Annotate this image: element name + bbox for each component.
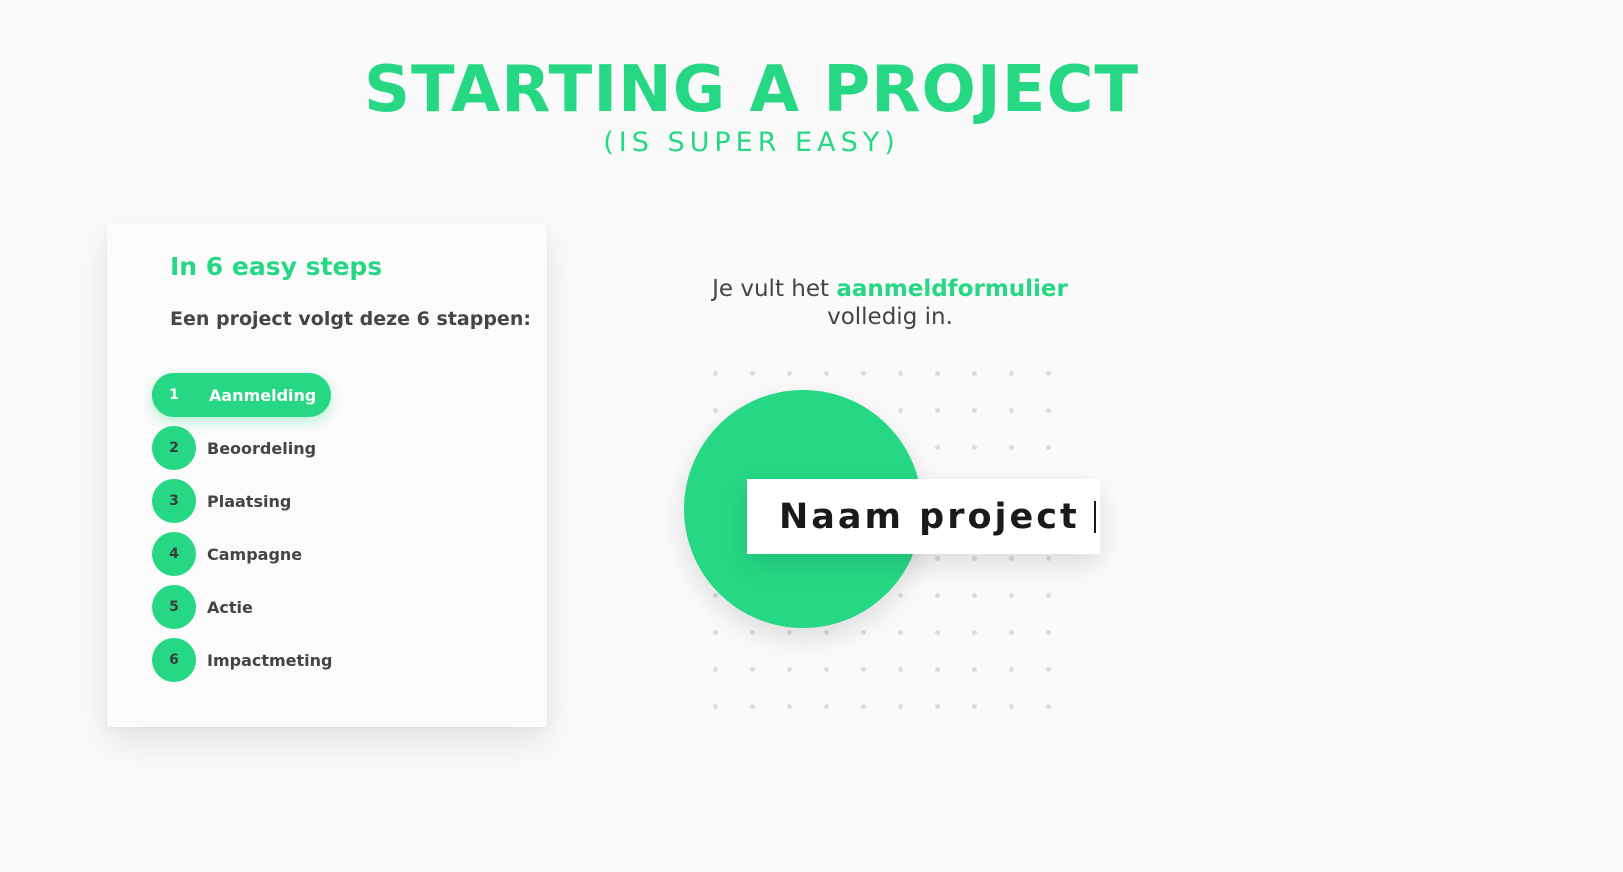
grid-dot: [824, 371, 829, 376]
grid-dot: [787, 371, 792, 376]
grid-dot: [1046, 408, 1051, 413]
grid-dot: [935, 371, 940, 376]
step-label: Plaatsing: [207, 491, 292, 511]
grid-dot: [861, 667, 866, 672]
grid-dot: [1046, 371, 1051, 376]
steps-card-heading: In 6 easy steps: [170, 252, 383, 281]
grid-dot: [861, 704, 866, 709]
grid-dot: [972, 667, 977, 672]
grid-dot: [935, 556, 940, 561]
grid-dot: [1009, 556, 1014, 561]
grid-dot: [972, 556, 977, 561]
grid-dot: [972, 445, 977, 450]
step-item-beoordeling[interactable]: 2 Beoordeling: [152, 426, 316, 470]
grid-dot: [861, 630, 866, 635]
grid-dot: [935, 593, 940, 598]
grid-dot: [824, 667, 829, 672]
steps-card: In 6 easy steps Een project volgt deze 6…: [107, 223, 547, 727]
step-number-badge: 2: [152, 426, 196, 470]
grid-dot: [750, 630, 755, 635]
grid-dot: [750, 667, 755, 672]
grid-dot: [898, 704, 903, 709]
grid-dot: [935, 445, 940, 450]
grid-dot: [898, 667, 903, 672]
grid-dot: [1009, 408, 1014, 413]
grid-dot: [972, 630, 977, 635]
grid-dot: [1009, 630, 1014, 635]
grid-dot: [713, 408, 718, 413]
grid-dot: [1046, 704, 1051, 709]
grid-dot: [750, 371, 755, 376]
step-item-plaatsing[interactable]: 3 Plaatsing: [152, 479, 291, 523]
grid-dot: [1046, 630, 1051, 635]
grid-dot: [824, 704, 829, 709]
step-item-actie[interactable]: 5 Actie: [152, 585, 253, 629]
grid-dot: [935, 630, 940, 635]
grid-dot: [972, 593, 977, 598]
grid-dot: [1009, 445, 1014, 450]
grid-dot: [1046, 556, 1051, 561]
grid-dot: [1046, 667, 1051, 672]
grid-dot: [861, 371, 866, 376]
step-label: Actie: [207, 597, 253, 617]
page-subtitle: (IS SUPER EASY): [603, 127, 900, 158]
registration-form-link[interactable]: aanmeldformulier: [836, 276, 1068, 302]
grid-dot: [1009, 593, 1014, 598]
steps-card-intro: Een project volgt deze 6 stappen:: [170, 308, 531, 330]
grid-dot: [898, 630, 903, 635]
step-number-badge: 1: [152, 373, 196, 417]
step-number-badge: 4: [152, 532, 196, 576]
step-number-badge: 3: [152, 479, 196, 523]
grid-dot: [1046, 593, 1051, 598]
step-label: Aanmelding: [209, 385, 317, 405]
grid-dot: [824, 630, 829, 635]
grid-dot: [713, 593, 718, 598]
grid-dot: [750, 704, 755, 709]
grid-dot: [972, 704, 977, 709]
step-label: Beoordeling: [207, 438, 317, 458]
grid-dot: [935, 704, 940, 709]
step-description-prefix: Je vult het: [712, 276, 837, 302]
step-number-badge: 5: [152, 585, 196, 629]
grid-dot: [787, 667, 792, 672]
grid-dot: [898, 408, 903, 413]
step-item-campagne[interactable]: 4 Campagne: [152, 532, 302, 576]
grid-dot: [713, 667, 718, 672]
step-label: Campagne: [207, 544, 303, 564]
grid-dot: [898, 371, 903, 376]
page: STARTING A PROJECT (IS SUPER EASY) In 6 …: [0, 0, 1623, 872]
grid-dot: [787, 630, 792, 635]
grid-dot: [972, 408, 977, 413]
grid-dot: [1009, 704, 1014, 709]
grid-dot: [713, 371, 718, 376]
step-description-line-2: volledig in.: [827, 304, 953, 330]
grid-dot: [713, 704, 718, 709]
grid-dot: [713, 630, 718, 635]
project-name-field[interactable]: Naam project: [747, 479, 1100, 554]
grid-dot: [787, 704, 792, 709]
text-cursor-icon: [1093, 500, 1096, 533]
grid-dot: [898, 593, 903, 598]
grid-dot: [935, 667, 940, 672]
grid-dot: [1009, 371, 1014, 376]
grid-dot: [972, 371, 977, 376]
step-number-badge: 6: [152, 638, 196, 682]
grid-dot: [1009, 667, 1014, 672]
grid-dot: [935, 408, 940, 413]
step-item-impactmeting[interactable]: 6 Impactmeting: [152, 638, 333, 682]
step-description-line-1: Je vult het aanmeldformulier: [655, 275, 1125, 303]
step-item-aanmelding[interactable]: 1 Aanmelding: [152, 373, 331, 417]
grid-dot: [1046, 445, 1051, 450]
step-description: Je vult het aanmeldformulier volledig in…: [655, 275, 1125, 331]
project-name-text: Naam project: [779, 496, 1080, 537]
step-label: Impactmeting: [207, 650, 333, 670]
page-title: STARTING A PROJECT: [363, 53, 1140, 127]
